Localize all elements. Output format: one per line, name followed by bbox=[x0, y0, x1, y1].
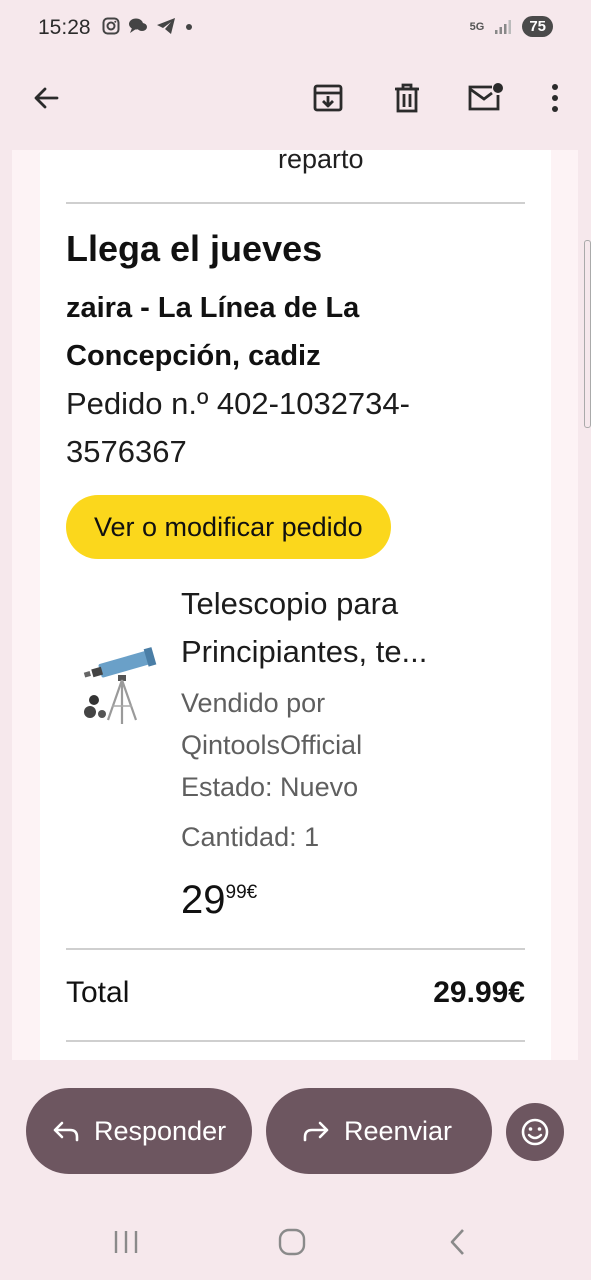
instagram-icon bbox=[102, 17, 120, 35]
status-right: 5G 75 bbox=[470, 16, 553, 37]
forward-label: Reenviar bbox=[344, 1115, 453, 1146]
product-seller: Vendido por QintoolsOfficial bbox=[181, 688, 363, 760]
divider bbox=[66, 948, 525, 950]
scrollbar[interactable] bbox=[584, 240, 591, 428]
dot-icon bbox=[186, 24, 192, 30]
mark-unread-button[interactable] bbox=[465, 78, 505, 118]
smiley-icon bbox=[521, 1118, 549, 1146]
delete-icon bbox=[395, 83, 419, 113]
product-price: 2999€ bbox=[181, 878, 257, 923]
divider bbox=[66, 202, 525, 204]
emoji-reaction-button[interactable] bbox=[506, 1103, 564, 1161]
total-label: Total bbox=[66, 976, 130, 1009]
chat-icon bbox=[129, 18, 147, 33]
order-number: Pedido n.º 402-1032734-3576367 bbox=[66, 386, 410, 469]
archive-button[interactable] bbox=[308, 78, 348, 118]
recent-apps-icon bbox=[114, 1231, 138, 1253]
divider bbox=[66, 1040, 525, 1042]
back-arrow-icon bbox=[34, 87, 59, 109]
signal-icon bbox=[495, 19, 512, 34]
reply-icon bbox=[53, 1121, 79, 1142]
view-modify-order-button[interactable]: Ver o modificar pedido bbox=[66, 495, 391, 559]
system-nav-bar bbox=[0, 1200, 591, 1280]
battery-indicator: 75 bbox=[522, 16, 553, 37]
archive-icon bbox=[313, 84, 343, 112]
home-icon bbox=[278, 1228, 306, 1256]
back-chevron-icon bbox=[450, 1229, 464, 1255]
delivery-heading: Llega el jueves bbox=[66, 228, 323, 269]
price-whole: 29 bbox=[181, 878, 226, 922]
telescope-icon bbox=[83, 647, 157, 724]
back-nav-button[interactable] bbox=[438, 1226, 478, 1258]
total-value: 29.99€ bbox=[433, 976, 525, 1009]
reply-label: Responder bbox=[94, 1115, 227, 1146]
product-title[interactable]: Telescopio para Principiantes, te... bbox=[181, 580, 511, 676]
product-quantity: Cantidad: 1 bbox=[181, 822, 320, 852]
delete-button[interactable] bbox=[387, 78, 427, 118]
previous-section-text: reparto bbox=[278, 150, 364, 174]
back-button[interactable] bbox=[26, 78, 66, 118]
reply-button[interactable]: Responder bbox=[26, 1088, 252, 1174]
status-bar: 15:28 5G 75 bbox=[0, 0, 591, 56]
mail-body: reparto Llega el jueves zaira - La Línea… bbox=[40, 150, 551, 1060]
network-indicator: 5G bbox=[469, 20, 485, 33]
product-image[interactable] bbox=[78, 638, 162, 728]
product-state: Estado: Nuevo bbox=[181, 772, 359, 802]
telegram-icon bbox=[157, 18, 175, 34]
forward-button[interactable]: Reenviar bbox=[266, 1088, 492, 1174]
forward-icon bbox=[303, 1121, 329, 1142]
home-button[interactable] bbox=[272, 1226, 312, 1258]
recent-apps-button[interactable] bbox=[106, 1226, 146, 1258]
app-bar bbox=[0, 56, 591, 140]
mark-unread-icon bbox=[468, 83, 503, 111]
shipping-address: zaira - La Línea de La Concepción, cadiz bbox=[66, 292, 360, 372]
notification-icons bbox=[102, 17, 194, 35]
price-fraction: 99€ bbox=[225, 882, 258, 903]
more-vert-icon bbox=[552, 84, 558, 112]
more-options-button[interactable] bbox=[535, 78, 575, 118]
status-time: 15:28 bbox=[38, 16, 91, 39]
